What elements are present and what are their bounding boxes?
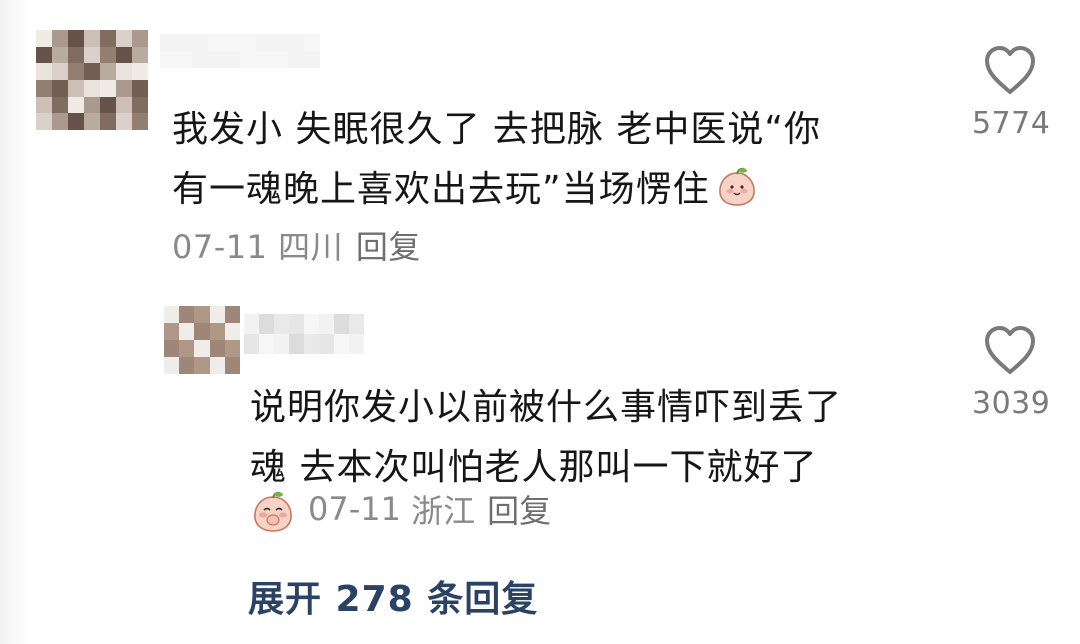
reply-location: 浙江: [411, 492, 476, 530]
username-blurred[interactable]: [160, 34, 320, 68]
comment-text: 我发小 失眠很久了 去把脉 老中医说“你 有一魂晚上喜欢出去玩”当场愣住: [172, 100, 922, 220]
peach-emoji-icon: [716, 166, 758, 206]
reply-username-blurred[interactable]: [244, 314, 364, 354]
like-button[interactable]: 5774: [972, 44, 1051, 141]
reply-text: 说明你发小以前被什么事情吓到丢了 魂 去本次叫怕老人那叫一下就好了: [250, 378, 930, 498]
reply-date: 07-11: [308, 490, 401, 528]
reply-text-line: 说明你发小以前被什么事情吓到丢了: [250, 387, 843, 428]
reply-meta: 07-11 浙江 回复: [250, 486, 551, 532]
reply-like-count: 3039: [972, 386, 1051, 421]
reply-button[interactable]: 回复: [356, 228, 421, 266]
reply-like-button[interactable]: 3039: [972, 324, 1051, 421]
comment-location: 四川: [278, 228, 344, 266]
comment-date: 07-11: [172, 228, 268, 266]
left-edge-shadow: [0, 0, 30, 644]
heart-icon[interactable]: [981, 44, 1039, 96]
heart-icon[interactable]: [981, 324, 1039, 376]
peach-shy-emoji-icon: [250, 489, 292, 532]
comment-text-segment: 有一魂晚上喜欢出去玩”当场愣住: [172, 169, 710, 210]
comment-meta: 07-11 四川 回复: [172, 222, 421, 268]
like-count: 5774: [972, 106, 1051, 141]
reply-avatar[interactable]: [164, 306, 240, 374]
comment-text-line: 有一魂晚上喜欢出去玩”当场愣住: [172, 160, 922, 220]
reply-reply-button[interactable]: 回复: [487, 486, 551, 532]
comment-text-line: 我发小 失眠很久了 去把脉 老中医说“你: [172, 109, 821, 150]
avatar[interactable]: [36, 30, 148, 130]
expand-replies-button[interactable]: 展开 278 条回复: [248, 570, 538, 622]
